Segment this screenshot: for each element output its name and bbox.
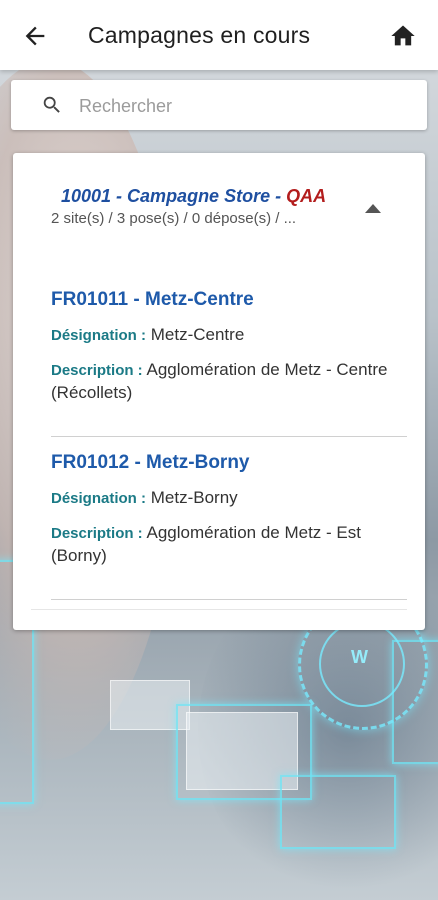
arrow-left-icon[interactable] (20, 22, 50, 50)
site-code: FR01011 - Metz-Centre (51, 289, 254, 310)
campaign-title-main: 10001 - Campagne Store - (61, 186, 287, 206)
site-item[interactable]: FR01011 - Metz-Centre Désignation : Metz… (51, 289, 406, 416)
divider (31, 609, 407, 610)
background-frame (280, 775, 396, 849)
search-icon (43, 96, 60, 113)
designation-value: Metz-Centre (150, 325, 245, 344)
site-description: Description : Agglomération de Metz - Ce… (51, 359, 406, 404)
campaign-summary: 2 site(s) / 3 pose(s) / 0 dépose(s) / ..… (51, 210, 297, 227)
divider (51, 599, 407, 600)
designation-value: Metz-Borny (150, 488, 238, 507)
site-item[interactable]: FR01012 - Metz-Borny Désignation : Metz-… (51, 452, 406, 579)
divider (51, 436, 407, 437)
designation-label: Désignation : (51, 327, 147, 344)
site-description: Description : Agglomération de Metz - Es… (51, 522, 406, 567)
campaign-card: 10001 - Campagne Store - QAA 2 site(s) /… (13, 153, 425, 630)
campaign-environment: QAA (286, 186, 327, 206)
search-bar (11, 80, 427, 130)
chevron-up-icon[interactable] (365, 203, 381, 213)
home-icon[interactable] (388, 22, 418, 50)
description-label: Description : (51, 525, 143, 542)
site-code: FR01012 - Metz-Borny (51, 452, 250, 473)
site-designation: Désignation : Metz-Borny (51, 487, 406, 510)
description-label: Description : (51, 362, 143, 379)
campaign-title[interactable]: 10001 - Campagne Store - QAA (61, 186, 326, 207)
page-title: Campagnes en cours (88, 22, 311, 48)
designation-label: Désignation : (51, 490, 147, 507)
app-header: Campagnes en cours (0, 0, 438, 70)
site-designation: Désignation : Metz-Centre (51, 324, 406, 347)
search-input[interactable] (77, 88, 411, 124)
